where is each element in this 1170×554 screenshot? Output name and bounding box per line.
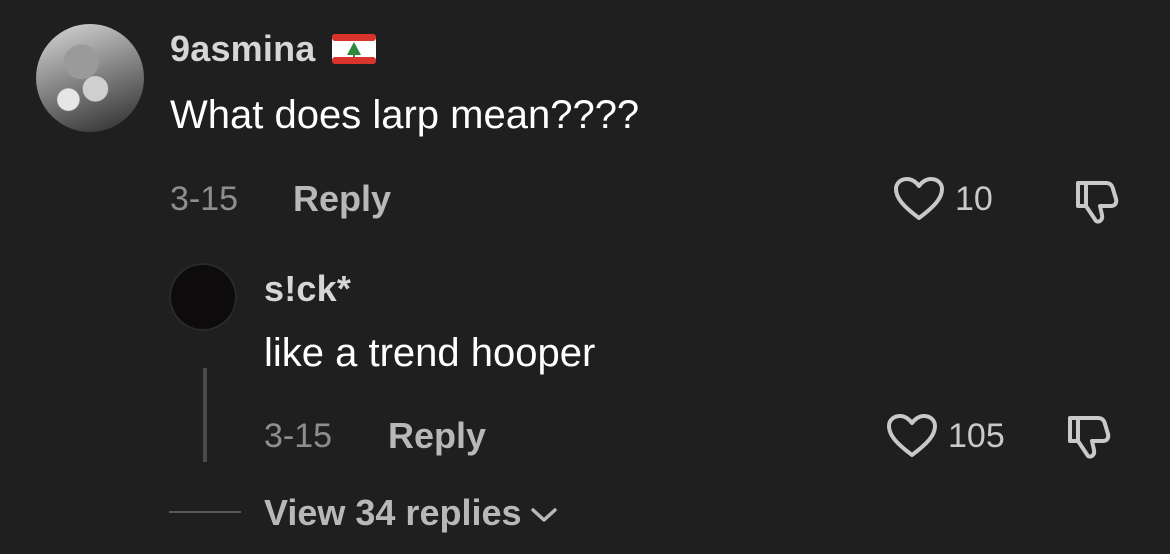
heart-icon: [886, 413, 938, 459]
comment-username[interactable]: 9asmina: [170, 28, 316, 70]
lebanon-flag-icon: [331, 34, 376, 64]
avatar[interactable]: [36, 24, 144, 132]
view-replies-button[interactable]: View 34 replies: [264, 492, 558, 534]
reply-avatar[interactable]: [169, 263, 237, 331]
reply-username[interactable]: s!ck*: [264, 268, 351, 310]
reply-text: like a trend hooper: [264, 331, 596, 375]
thumbs-down-icon[interactable]: [1072, 177, 1126, 225]
chevron-down-icon: [530, 506, 558, 524]
comment-text: What does larp mean????: [170, 93, 640, 137]
reply-reply-button[interactable]: Reply: [388, 415, 486, 457]
comment-date: 3-15: [170, 180, 239, 218]
divider: [169, 511, 241, 513]
like-count: 10: [955, 179, 993, 218]
reply-date: 3-15: [264, 417, 333, 455]
thread-line: [203, 368, 207, 462]
reply-like-count: 105: [948, 416, 1005, 455]
like-button[interactable]: 10: [893, 176, 993, 222]
reply-button[interactable]: Reply: [293, 178, 391, 220]
reply-like-button[interactable]: 105: [886, 413, 1005, 459]
view-replies-label: View 34 replies: [264, 492, 522, 533]
comment-header: 9asmina: [170, 28, 376, 70]
thumbs-down-icon[interactable]: [1064, 412, 1118, 460]
heart-icon: [893, 176, 945, 222]
